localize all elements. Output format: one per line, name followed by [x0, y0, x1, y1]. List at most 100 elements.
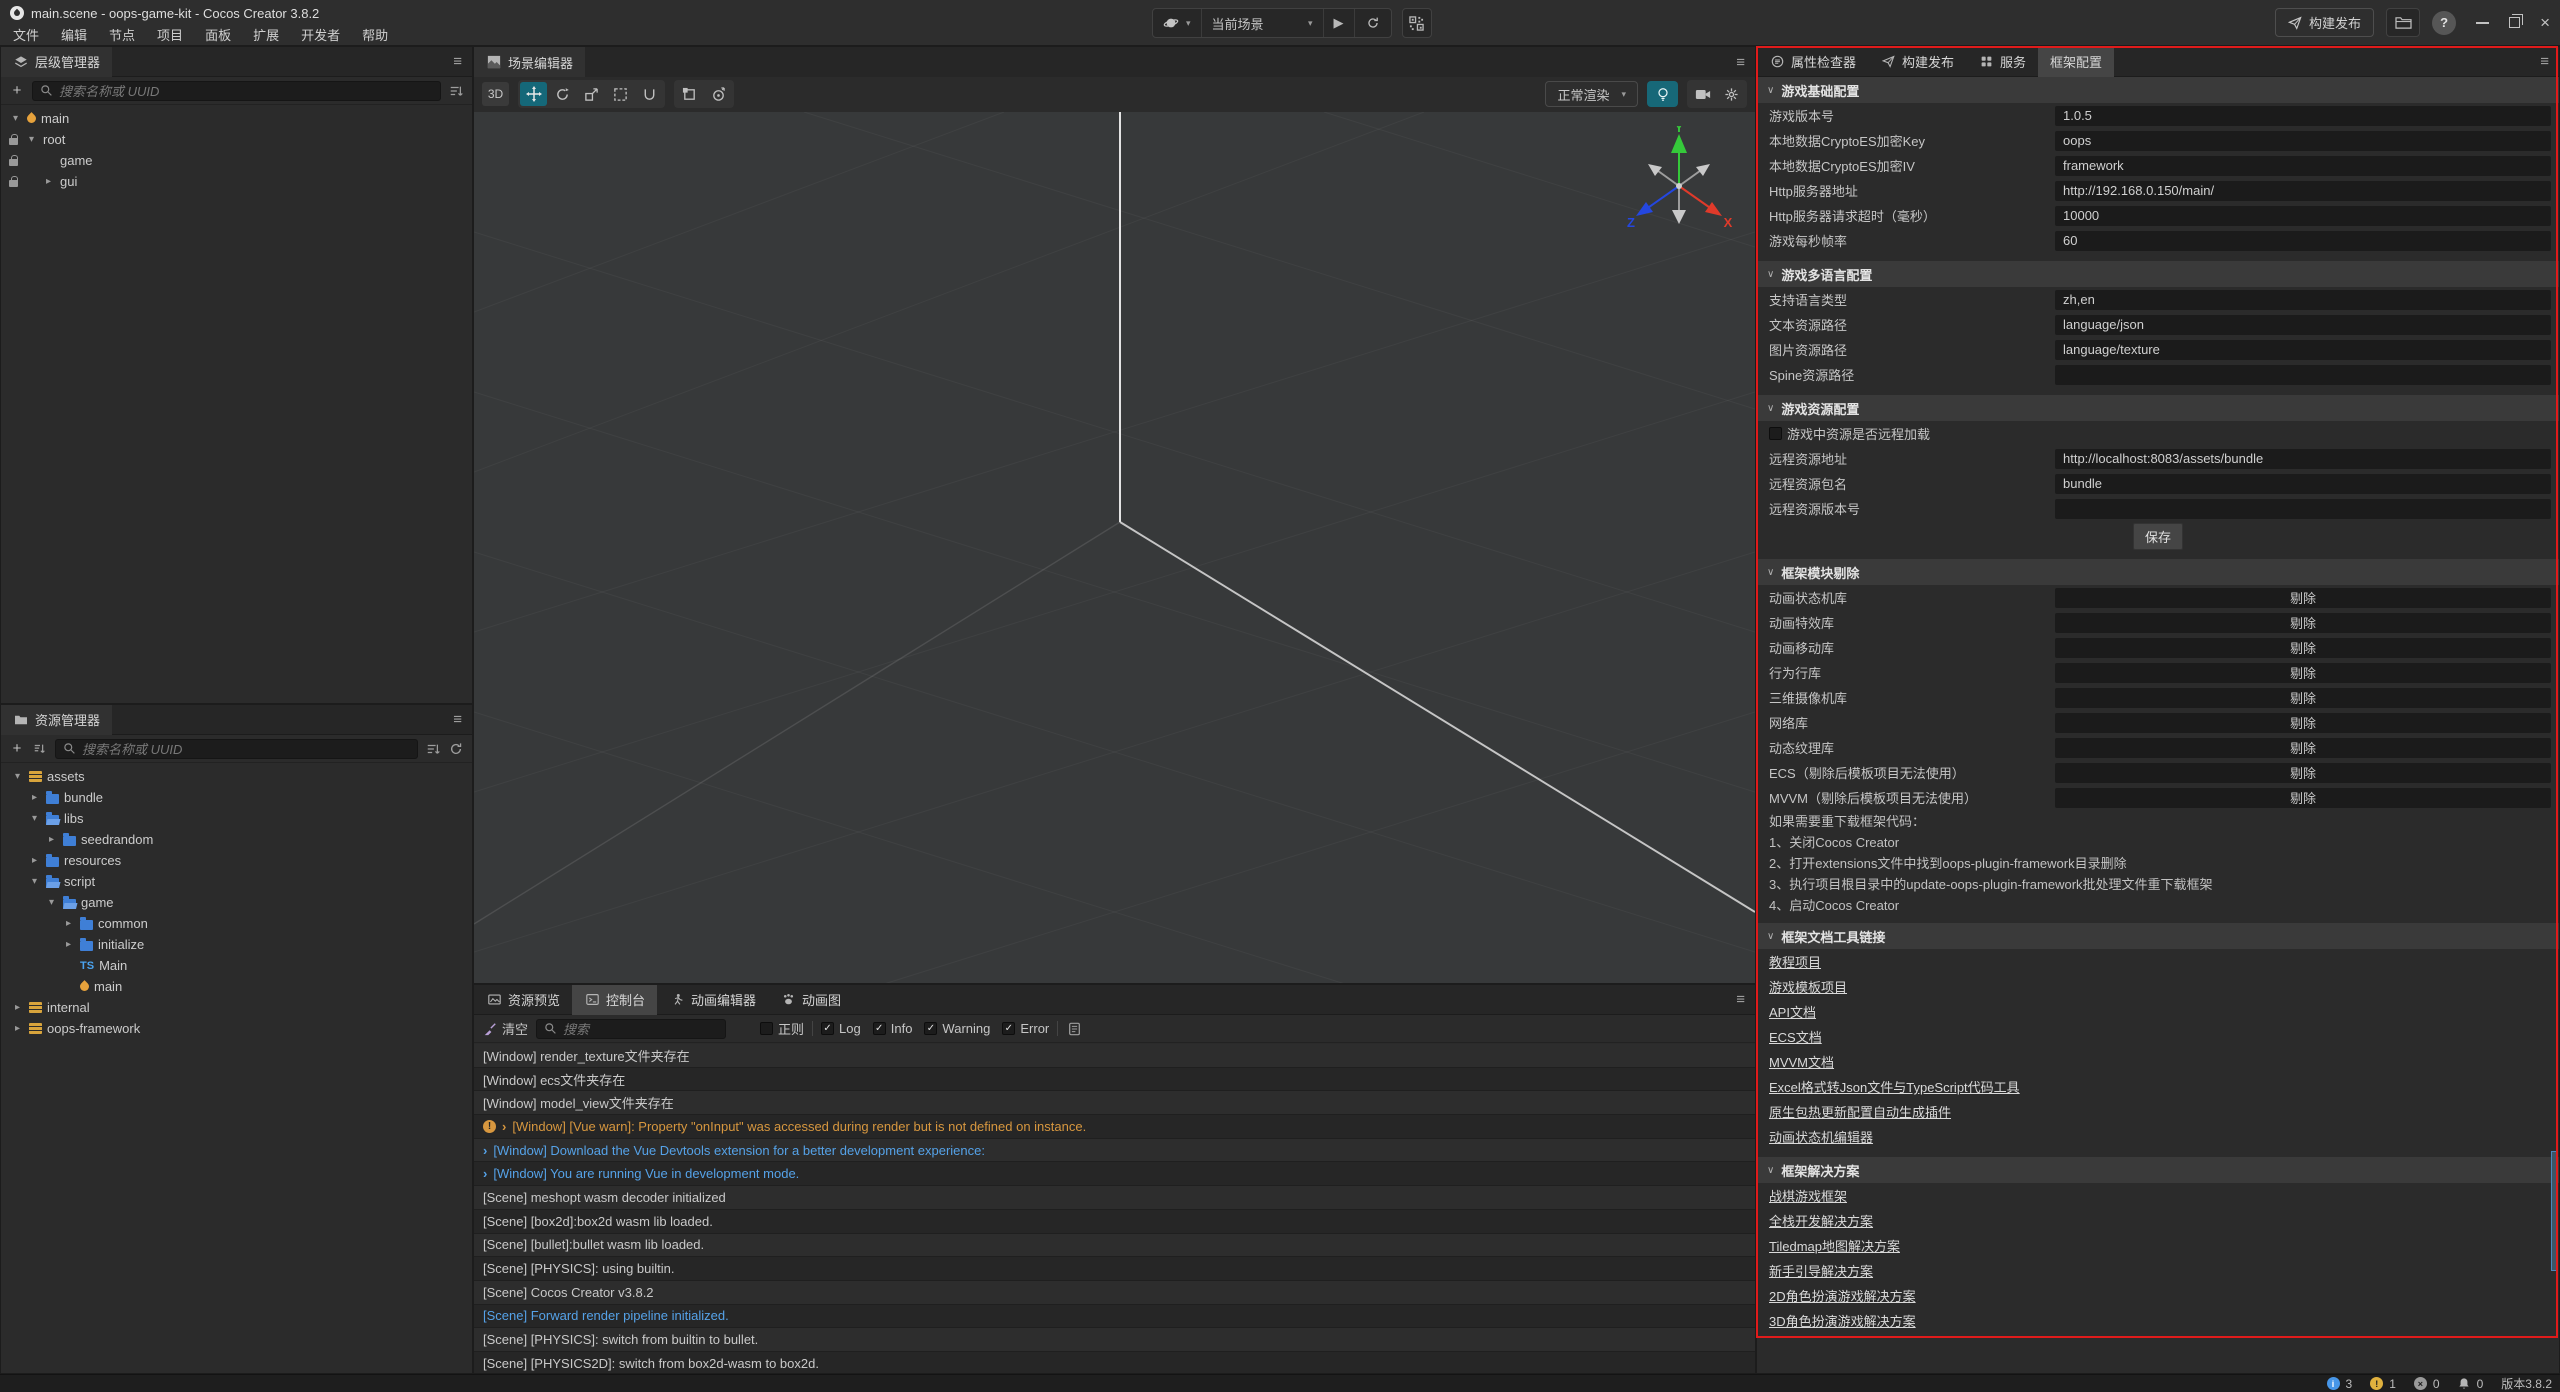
bell-icon[interactable]	[2458, 1376, 2471, 1392]
field-input[interactable]	[2055, 499, 2551, 519]
remove-module-button[interactable]: 剔除	[2055, 588, 2551, 608]
open-project-folder-button[interactable]	[2386, 8, 2420, 37]
sort-icon[interactable]	[32, 741, 48, 757]
console-log-row[interactable]: ›[Window] You are running Vue in develop…	[474, 1162, 1755, 1186]
asset-node-assets[interactable]: ▾assets	[1, 766, 472, 787]
error-icon[interactable]: ×	[2414, 1377, 2427, 1390]
asset-node-bundle[interactable]: ▸bundle	[1, 787, 472, 808]
expand-chevron-icon[interactable]: ›	[483, 1166, 487, 1181]
refresh-icon[interactable]	[448, 741, 464, 757]
tab-assets[interactable]: 资源管理器	[1, 705, 112, 735]
tab-控制台[interactable]: 控制台	[572, 985, 657, 1015]
chevron-open-icon[interactable]: ▾	[28, 813, 41, 824]
field-input[interactable]: 60	[2055, 231, 2551, 251]
close-button[interactable]: ×	[2540, 14, 2550, 31]
hierarchy-node-gui[interactable]: ▸gui	[1, 171, 472, 192]
link-原生包热更新配置自动生成插件[interactable]: 原生包热更新配置自动生成插件	[1769, 1102, 1951, 1121]
console-log-row[interactable]: [Window] render_texture文件夹存在	[474, 1044, 1755, 1068]
panel-menu-icon[interactable]: ≡	[453, 711, 462, 728]
menu-编辑[interactable]: 编辑	[50, 25, 98, 44]
render-mode-dropdown[interactable]: 正常渲染 ▾	[1545, 81, 1638, 107]
tab-scene-editor[interactable]: 场景编辑器	[474, 47, 585, 77]
section-header-游戏多语言配置[interactable]: ∨游戏多语言配置	[1757, 261, 2559, 287]
console-log-row[interactable]: [Scene] [PHYSICS2D]: switch from box2d-w…	[474, 1352, 1755, 1373]
hierarchy-node-main[interactable]: ▾main	[1, 108, 472, 129]
field-input[interactable]: 10000	[2055, 206, 2551, 226]
asset-node-initialize[interactable]: ▸initialize	[1, 934, 472, 955]
rect-tool-button[interactable]	[607, 82, 634, 106]
restore-button[interactable]	[2509, 17, 2520, 28]
help-button[interactable]: ?	[2432, 11, 2456, 35]
console-log-row[interactable]: ›[Window] Download the Vue Devtools exte…	[474, 1139, 1755, 1163]
console-log-row[interactable]: [Scene] Forward render pipeline initiali…	[474, 1305, 1755, 1329]
coordinate-toggle-button[interactable]	[705, 82, 732, 106]
field-input[interactable]: zh,en	[2055, 290, 2551, 310]
remove-module-button[interactable]: 剔除	[2055, 713, 2551, 733]
add-node-button[interactable]: +	[9, 83, 25, 99]
remove-module-button[interactable]: 剔除	[2055, 738, 2551, 758]
chevron-open-icon[interactable]: ▾	[25, 134, 38, 145]
regex-checkbox[interactable]: 正则	[760, 1019, 804, 1038]
remove-module-button[interactable]: 剔除	[2055, 763, 2551, 783]
field-input[interactable]	[2055, 365, 2551, 385]
tab-服务[interactable]: 服务	[1966, 47, 2038, 77]
chevron-closed-icon[interactable]: ▸	[62, 918, 75, 929]
field-input[interactable]: oops	[2055, 131, 2551, 151]
chevron-closed-icon[interactable]: ▸	[42, 176, 55, 187]
pivot-toggle-button[interactable]	[676, 82, 703, 106]
expand-chevron-icon[interactable]: ›	[483, 1143, 487, 1158]
assets-search-input[interactable]: 搜索名称或 UUID	[55, 739, 418, 759]
remove-module-button[interactable]: 剔除	[2055, 638, 2551, 658]
console-log-row[interactable]: [Window] model_view文件夹存在	[474, 1091, 1755, 1115]
move-tool-button[interactable]	[520, 82, 547, 106]
remove-module-button[interactable]: 剔除	[2055, 663, 2551, 683]
tab-属性检查器[interactable]: 属性检查器	[1757, 47, 1868, 77]
remote-load-checkbox[interactable]: 游戏中资源是否远程加载	[1769, 424, 1930, 443]
field-input[interactable]: language/texture	[2055, 340, 2551, 360]
console-log-row[interactable]: [Scene] [bullet]:bullet wasm lib loaded.	[474, 1234, 1755, 1258]
filter-icon[interactable]	[425, 741, 441, 757]
remove-module-button[interactable]: 剔除	[2055, 613, 2551, 633]
section-header-框架文档工具链接[interactable]: ∨框架文档工具链接	[1757, 923, 2559, 949]
console-log-row[interactable]: [Scene] [box2d]:box2d wasm lib loaded.	[474, 1210, 1755, 1234]
hierarchy-node-root[interactable]: ▾root	[1, 129, 472, 150]
scale-tool-button[interactable]	[578, 82, 605, 106]
field-input[interactable]: http://192.168.0.150/main/	[2055, 181, 2551, 201]
chevron-open-icon[interactable]: ▾	[11, 771, 24, 782]
chevron-closed-icon[interactable]: ▸	[11, 1023, 24, 1034]
filter-checkbox-Info[interactable]: ✓Info	[873, 1021, 913, 1036]
chevron-open-icon[interactable]: ▾	[28, 876, 41, 887]
asset-node-internal[interactable]: ▸internal	[1, 997, 472, 1018]
link-ECS文档[interactable]: ECS文档	[1769, 1027, 1822, 1046]
link-MVVM文档[interactable]: MVVM文档	[1769, 1052, 1834, 1071]
menu-扩展[interactable]: 扩展	[242, 25, 290, 44]
asset-node-main[interactable]: main	[1, 976, 472, 997]
menu-帮助[interactable]: 帮助	[351, 25, 399, 44]
console-log-row[interactable]: [Window] ecs文件夹存在	[474, 1068, 1755, 1092]
scene-settings-button[interactable]	[1718, 82, 1745, 106]
console-search-input[interactable]: 搜索	[536, 1019, 726, 1039]
section-header-框架解决方案[interactable]: ∨框架解决方案	[1757, 1157, 2559, 1183]
chevron-closed-icon[interactable]: ▸	[28, 792, 41, 803]
menu-节点[interactable]: 节点	[98, 25, 146, 44]
clear-console-button[interactable]: 清空	[483, 1019, 528, 1038]
tab-动画编辑器[interactable]: 动画编辑器	[657, 985, 768, 1015]
link-战棋游戏框架[interactable]: 战棋游戏框架	[1769, 1186, 1847, 1205]
expand-chevron-icon[interactable]: ›	[502, 1119, 506, 1134]
link-教程项目[interactable]: 教程项目	[1769, 952, 1821, 971]
collapse-log-icon[interactable]	[1066, 1021, 1082, 1037]
menu-面板[interactable]: 面板	[194, 25, 242, 44]
asset-node-game[interactable]: ▾game	[1, 892, 472, 913]
scene-selector-dropdown[interactable]: 当前场景 ▾	[1202, 9, 1324, 37]
link-Excel格式转Json文件与TypeScript代码工具[interactable]: Excel格式转Json文件与TypeScript代码工具	[1769, 1077, 2020, 1096]
tab-hierarchy[interactable]: 层级管理器	[1, 47, 112, 77]
link-API文档[interactable]: API文档	[1769, 1002, 1816, 1021]
gizmo-tool-button[interactable]	[636, 82, 663, 106]
chevron-open-icon[interactable]: ▾	[9, 113, 22, 124]
scene-viewport[interactable]: Y X Z	[474, 112, 1755, 983]
asset-node-oops-framework[interactable]: ▸oops-framework	[1, 1018, 472, 1039]
panel-menu-icon[interactable]: ≡	[1736, 54, 1745, 71]
console-log-row[interactable]: [Scene] meshopt wasm decoder initialized	[474, 1186, 1755, 1210]
menu-开发者[interactable]: 开发者	[290, 25, 351, 44]
menu-文件[interactable]: 文件	[2, 25, 50, 44]
